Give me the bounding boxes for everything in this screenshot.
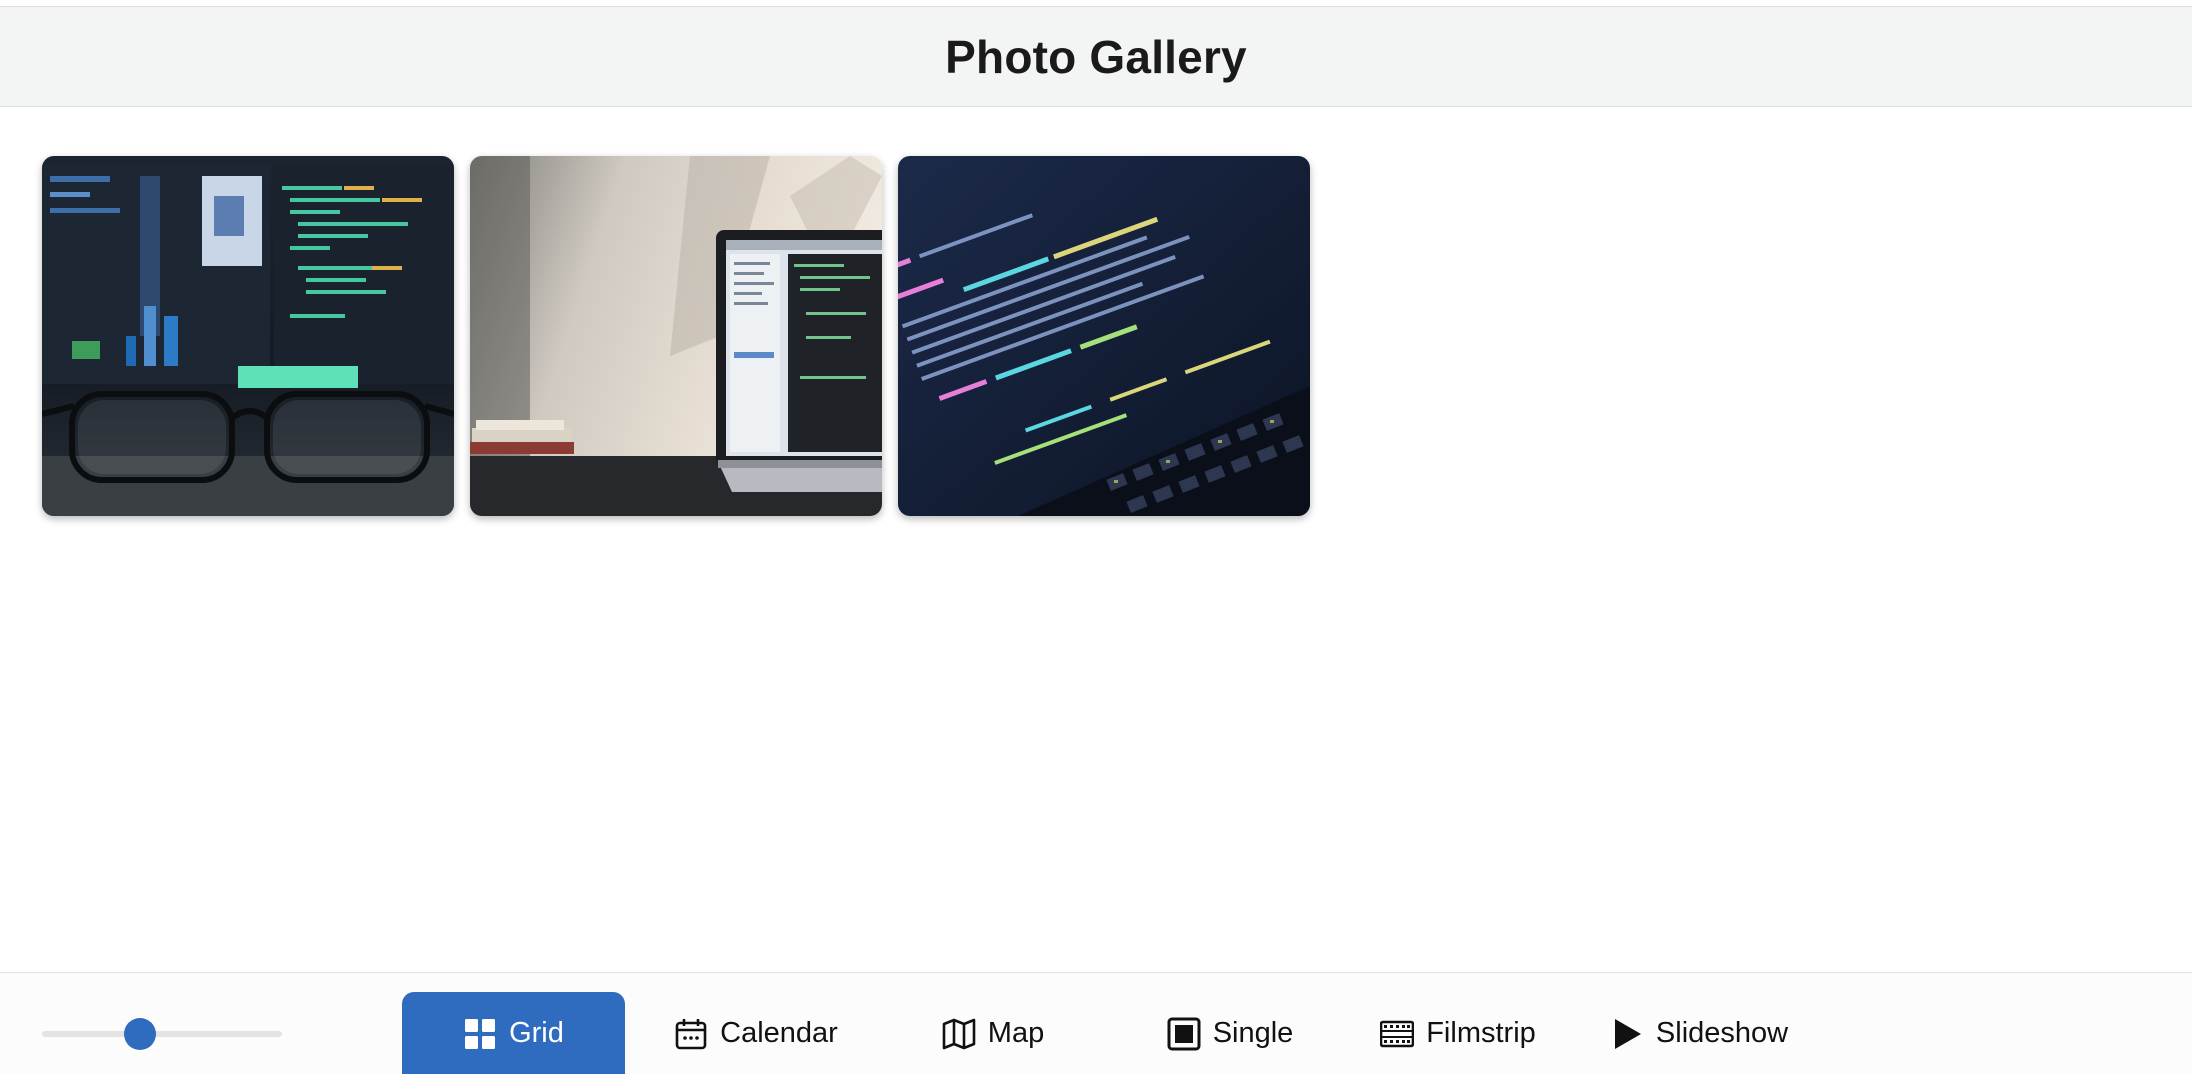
- photo-thumbnail[interactable]: [42, 156, 454, 516]
- play-icon: [1610, 1017, 1644, 1051]
- view-button-label: Slideshow: [1655, 1017, 1789, 1049]
- photo-image: [898, 156, 1310, 516]
- filmstrip-icon: [1380, 1017, 1415, 1051]
- view-button-single[interactable]: Single: [1150, 992, 1310, 1074]
- photo-image: [470, 156, 882, 516]
- view-button-grid[interactable]: Grid: [402, 992, 625, 1074]
- view-button-label: Filmstrip: [1426, 1017, 1536, 1049]
- view-button-label: Map: [987, 1017, 1045, 1049]
- photo-image: [42, 156, 454, 516]
- view-button-label: Calendar: [720, 1017, 838, 1049]
- view-button-label: Grid: [509, 1017, 564, 1049]
- map-icon: [942, 1017, 976, 1051]
- photo-thumbnail[interactable]: [470, 156, 882, 516]
- view-button-calendar[interactable]: Calendar: [665, 992, 847, 1074]
- photo-gallery-app: Photo Gallery Grid Calendar Map Single F…: [0, 0, 2192, 1074]
- view-button-map[interactable]: Map: [918, 992, 1068, 1074]
- page-title: Photo Gallery: [945, 30, 1247, 83]
- view-toolbar: Grid Calendar Map Single Filmstrip Slide…: [0, 972, 2192, 1074]
- photo-thumbnail[interactable]: [898, 156, 1310, 516]
- grid-icon: [463, 1017, 497, 1051]
- view-button-filmstrip[interactable]: Filmstrip: [1378, 992, 1538, 1074]
- zoom-slider[interactable]: [42, 1018, 282, 1050]
- view-button-slideshow[interactable]: Slideshow: [1610, 992, 1788, 1074]
- header-bar: Photo Gallery: [0, 6, 2192, 107]
- view-button-label: Single: [1212, 1017, 1294, 1049]
- calendar-icon: [674, 1017, 708, 1051]
- zoom-slider-handle[interactable]: [124, 1018, 157, 1050]
- single-icon: [1167, 1017, 1201, 1051]
- photo-grid: [42, 156, 1310, 516]
